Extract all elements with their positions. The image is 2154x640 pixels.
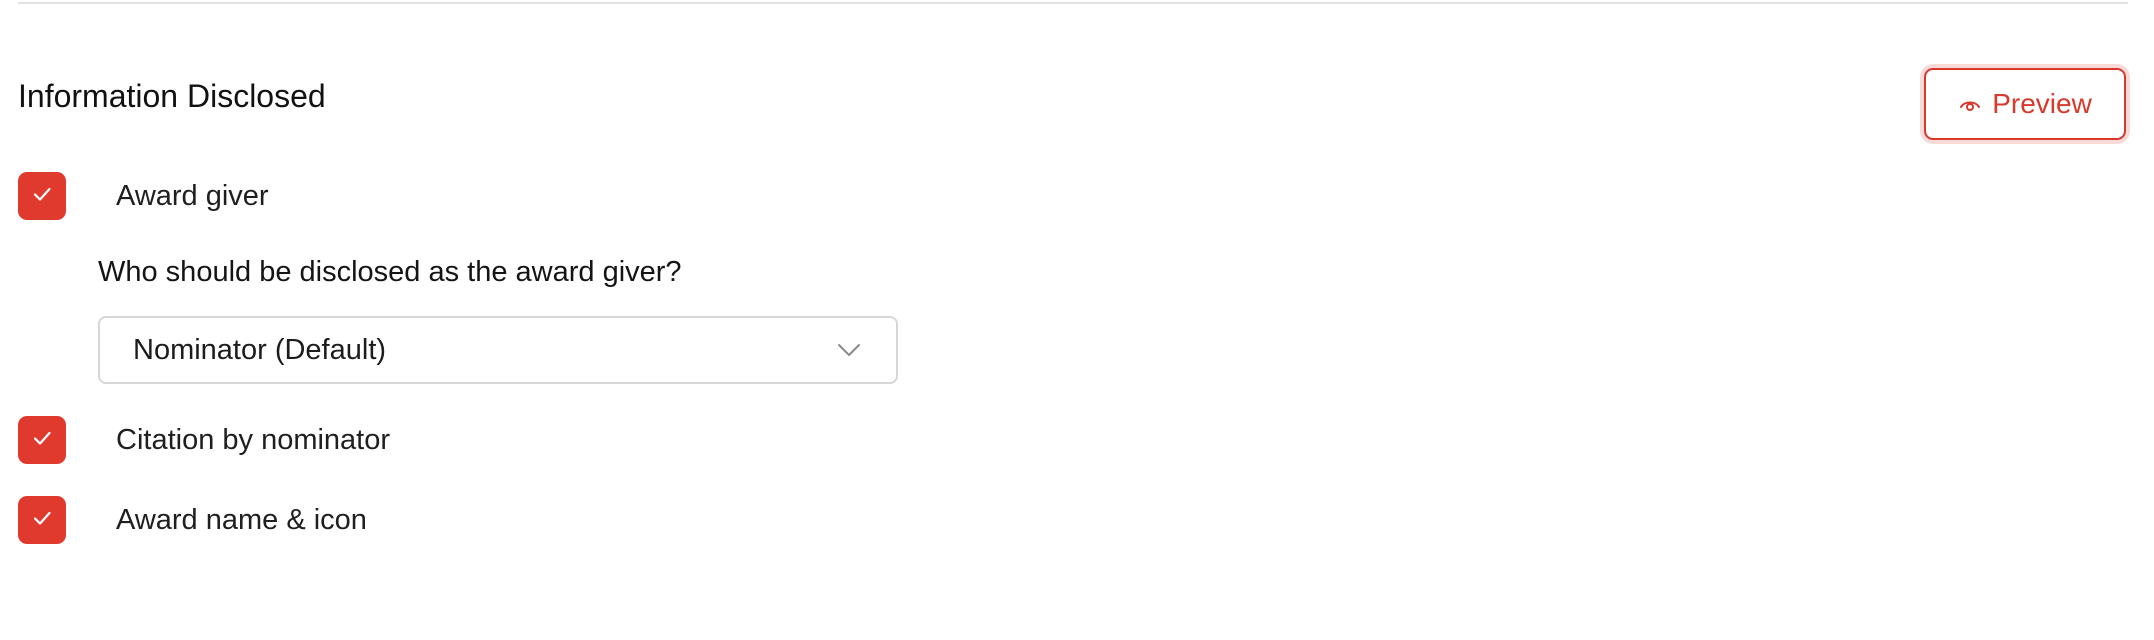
citation-checkbox[interactable]: [18, 416, 66, 464]
checkmark-icon: [30, 182, 54, 211]
preview-button-label: Preview: [1992, 88, 2092, 119]
eye-icon: [1958, 92, 1982, 116]
award-giver-select[interactable]: Nominator (Default): [98, 316, 898, 384]
option-award-giver: Award giver: [18, 172, 269, 220]
chevron-down-icon: [836, 342, 862, 358]
checkmark-icon: [30, 506, 54, 535]
award-name-icon-label: Award name & icon: [116, 503, 367, 536]
section-title: Information Disclosed: [18, 78, 326, 114]
award-giver-label: Award giver: [116, 179, 269, 212]
preview-button[interactable]: Preview: [1924, 68, 2126, 140]
award-giver-select-value: Nominator (Default): [133, 333, 387, 366]
award-name-icon-checkbox[interactable]: [18, 496, 66, 544]
checkmark-icon: [30, 426, 54, 455]
citation-label: Citation by nominator: [116, 423, 391, 456]
award-giver-checkbox[interactable]: [18, 172, 66, 220]
option-citation-by-nominator: Citation by nominator: [18, 416, 390, 464]
section-divider: [18, 2, 2128, 4]
award-giver-question: Who should be disclosed as the award giv…: [98, 256, 682, 288]
information-disclosed-panel: Information Disclosed Preview Award give…: [0, 0, 2154, 640]
option-award-name-icon: Award name & icon: [18, 496, 367, 544]
